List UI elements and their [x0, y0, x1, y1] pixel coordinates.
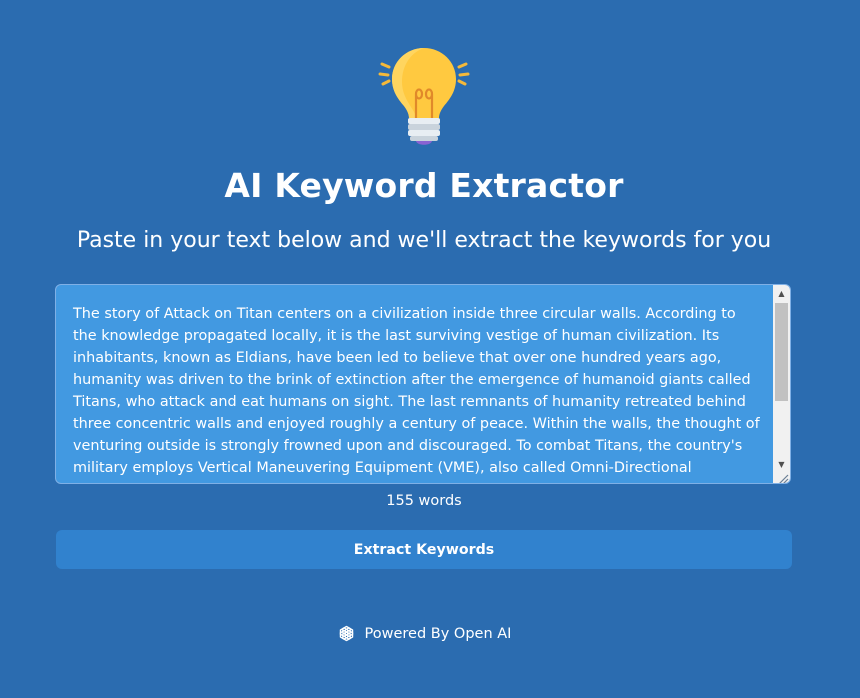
powered-by-text: Powered By Open AI: [364, 625, 512, 642]
text-input-container: The story of Attack on Titan centers on …: [55, 284, 791, 484]
text-input[interactable]: The story of Attack on Titan centers on …: [56, 285, 774, 483]
resize-grip-icon[interactable]: [777, 470, 789, 483]
lightbulb-icon: [376, 44, 472, 148]
extract-keywords-button[interactable]: Extract Keywords: [56, 530, 792, 569]
openai-icon: [337, 624, 356, 643]
scroll-up-arrow-icon[interactable]: ▲: [773, 285, 790, 302]
word-count: 155 words: [386, 493, 462, 509]
page-title: AI Keyword Extractor: [224, 166, 624, 205]
page: AI Keyword Extractor Paste in your text …: [0, 0, 860, 698]
scroll-thumb[interactable]: [775, 303, 788, 401]
textarea-scrollbar[interactable]: ▲ ▼: [773, 285, 790, 483]
page-subtitle: Paste in your text below and we'll extra…: [76, 228, 772, 253]
powered-by: Powered By Open AI: [0, 624, 848, 643]
